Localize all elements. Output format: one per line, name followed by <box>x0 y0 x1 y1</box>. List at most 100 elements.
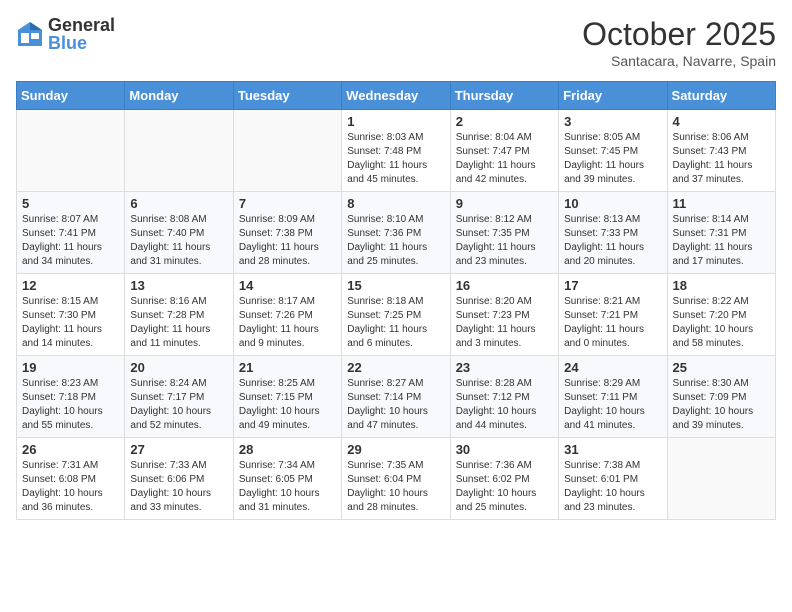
day-info: Sunrise: 8:15 AM Sunset: 7:30 PM Dayligh… <box>22 295 119 351</box>
day-info: Sunrise: 8:16 AM Sunset: 7:28 PM Dayligh… <box>130 295 227 351</box>
day-number: 13 <box>130 278 227 293</box>
page-header: General Blue October 2025 Santacara, Nav… <box>16 16 776 69</box>
day-number: 28 <box>239 442 336 457</box>
day-number: 3 <box>564 114 661 129</box>
day-info: Sunrise: 8:23 AM Sunset: 7:18 PM Dayligh… <box>22 377 119 433</box>
day-number: 20 <box>130 360 227 375</box>
day-number: 25 <box>673 360 770 375</box>
calendar-week-4: 19 Sunrise: 8:23 AM Sunset: 7:18 PM Dayli… <box>17 356 776 438</box>
calendar-cell: 7Sunrise: 8:09 AM Sunset: 7:38 PM Daylig… <box>233 192 341 274</box>
day-number: 9 <box>456 196 553 211</box>
calendar-cell: 9 Sunrise: 8:12 AM Sunset: 7:35 PM Daylig… <box>450 192 558 274</box>
day-info: Sunrise: 8:06 AM Sunset: 7:43 PM Dayligh… <box>673 131 770 187</box>
day-info: Sunrise: 7:38 AM Sunset: 6:01 PM Dayligh… <box>564 459 661 515</box>
day-number: 15 <box>347 278 444 293</box>
calendar-cell: 25 Sunrise: 8:30 AM Sunset: 7:09 PM Dayli… <box>667 356 775 438</box>
weekday-header-thursday: Thursday <box>450 82 558 110</box>
day-number: 12 <box>22 278 119 293</box>
day-info: Sunrise: 8:29 AM Sunset: 7:11 PM Dayligh… <box>564 377 661 433</box>
day-info: Sunrise: 8:30 AM Sunset: 7:09 PM Dayligh… <box>673 377 770 433</box>
weekday-header-row: SundayMondayTuesdayWednesdayThursdayFrid… <box>17 82 776 110</box>
day-number: 30 <box>456 442 553 457</box>
calendar-cell <box>233 110 341 192</box>
day-number: 11 <box>673 196 770 211</box>
day-info: Sunrise: 8:14 AM Sunset: 7:31 PM Dayligh… <box>673 213 770 269</box>
calendar-cell: 13 Sunrise: 8:16 AM Sunset: 7:28 PM Dayli… <box>125 274 233 356</box>
day-info: Sunrise: 8:22 AM Sunset: 7:20 PM Dayligh… <box>673 295 770 351</box>
weekday-header-friday: Friday <box>559 82 667 110</box>
calendar-cell: 8Sunrise: 8:10 AM Sunset: 7:36 PM Daylig… <box>342 192 450 274</box>
day-number: 8 <box>347 196 444 211</box>
calendar-cell: 18 Sunrise: 8:22 AM Sunset: 7:20 PM Dayli… <box>667 274 775 356</box>
calendar-cell: 22 Sunrise: 8:27 AM Sunset: 7:14 PM Dayli… <box>342 356 450 438</box>
calendar-cell <box>17 110 125 192</box>
day-info: Sunrise: 8:07 AM Sunset: 7:41 PM Dayligh… <box>22 213 119 269</box>
day-number: 26 <box>22 442 119 457</box>
calendar-cell: 31Sunrise: 7:38 AM Sunset: 6:01 PM Dayli… <box>559 438 667 520</box>
calendar-cell: 24 Sunrise: 8:29 AM Sunset: 7:11 PM Dayli… <box>559 356 667 438</box>
calendar-cell: 12 Sunrise: 8:15 AM Sunset: 7:30 PM Dayli… <box>17 274 125 356</box>
weekday-header-wednesday: Wednesday <box>342 82 450 110</box>
day-number: 10 <box>564 196 661 211</box>
calendar-cell: 3Sunrise: 8:05 AM Sunset: 7:45 PM Daylig… <box>559 110 667 192</box>
calendar-week-3: 12 Sunrise: 8:15 AM Sunset: 7:30 PM Dayli… <box>17 274 776 356</box>
calendar-cell <box>667 438 775 520</box>
calendar-cell: 19 Sunrise: 8:23 AM Sunset: 7:18 PM Dayli… <box>17 356 125 438</box>
day-number: 17 <box>564 278 661 293</box>
day-info: Sunrise: 7:31 AM Sunset: 6:08 PM Dayligh… <box>22 459 119 515</box>
location: Santacara, Navarre, Spain <box>582 53 776 69</box>
calendar-week-5: 26 Sunrise: 7:31 AM Sunset: 6:08 PM Dayli… <box>17 438 776 520</box>
day-number: 1 <box>347 114 444 129</box>
day-info: Sunrise: 8:12 AM Sunset: 7:35 PM Dayligh… <box>456 213 553 269</box>
day-info: Sunrise: 8:24 AM Sunset: 7:17 PM Dayligh… <box>130 377 227 433</box>
calendar-week-1: 1Sunrise: 8:03 AM Sunset: 7:48 PM Daylig… <box>17 110 776 192</box>
day-info: Sunrise: 8:08 AM Sunset: 7:40 PM Dayligh… <box>130 213 227 269</box>
calendar-cell: 29 Sunrise: 7:35 AM Sunset: 6:04 PM Dayli… <box>342 438 450 520</box>
day-number: 29 <box>347 442 444 457</box>
calendar-week-2: 5Sunrise: 8:07 AM Sunset: 7:41 PM Daylig… <box>17 192 776 274</box>
day-number: 22 <box>347 360 444 375</box>
logo-blue-text: Blue <box>48 34 115 52</box>
day-number: 18 <box>673 278 770 293</box>
weekday-header-saturday: Saturday <box>667 82 775 110</box>
day-info: Sunrise: 8:09 AM Sunset: 7:38 PM Dayligh… <box>239 213 336 269</box>
calendar-cell: 20 Sunrise: 8:24 AM Sunset: 7:17 PM Dayli… <box>125 356 233 438</box>
logo-text: General Blue <box>48 16 115 52</box>
month-title: October 2025 <box>582 16 776 53</box>
day-info: Sunrise: 8:27 AM Sunset: 7:14 PM Dayligh… <box>347 377 444 433</box>
day-info: Sunrise: 8:21 AM Sunset: 7:21 PM Dayligh… <box>564 295 661 351</box>
calendar-cell: 23 Sunrise: 8:28 AM Sunset: 7:12 PM Dayli… <box>450 356 558 438</box>
day-info: Sunrise: 8:20 AM Sunset: 7:23 PM Dayligh… <box>456 295 553 351</box>
day-number: 4 <box>673 114 770 129</box>
day-info: Sunrise: 8:17 AM Sunset: 7:26 PM Dayligh… <box>239 295 336 351</box>
calendar-cell: 30Sunrise: 7:36 AM Sunset: 6:02 PM Dayli… <box>450 438 558 520</box>
day-info: Sunrise: 7:33 AM Sunset: 6:06 PM Dayligh… <box>130 459 227 515</box>
calendar-cell: 6 Sunrise: 8:08 AM Sunset: 7:40 PM Daylig… <box>125 192 233 274</box>
calendar-cell: 21 Sunrise: 8:25 AM Sunset: 7:15 PM Dayli… <box>233 356 341 438</box>
day-info: Sunrise: 8:25 AM Sunset: 7:15 PM Dayligh… <box>239 377 336 433</box>
calendar-cell: 28Sunrise: 7:34 AM Sunset: 6:05 PM Dayli… <box>233 438 341 520</box>
day-number: 6 <box>130 196 227 211</box>
weekday-header-sunday: Sunday <box>17 82 125 110</box>
day-number: 21 <box>239 360 336 375</box>
day-info: Sunrise: 7:35 AM Sunset: 6:04 PM Dayligh… <box>347 459 444 515</box>
calendar-cell: 17 Sunrise: 8:21 AM Sunset: 7:21 PM Dayli… <box>559 274 667 356</box>
day-number: 23 <box>456 360 553 375</box>
calendar-cell: 1Sunrise: 8:03 AM Sunset: 7:48 PM Daylig… <box>342 110 450 192</box>
day-number: 27 <box>130 442 227 457</box>
calendar-cell: 5Sunrise: 8:07 AM Sunset: 7:41 PM Daylig… <box>17 192 125 274</box>
calendar-cell: 2Sunrise: 8:04 AM Sunset: 7:47 PM Daylig… <box>450 110 558 192</box>
day-number: 16 <box>456 278 553 293</box>
day-info: Sunrise: 8:28 AM Sunset: 7:12 PM Dayligh… <box>456 377 553 433</box>
day-info: Sunrise: 8:18 AM Sunset: 7:25 PM Dayligh… <box>347 295 444 351</box>
calendar-cell: 26 Sunrise: 7:31 AM Sunset: 6:08 PM Dayli… <box>17 438 125 520</box>
calendar-cell: 11 Sunrise: 8:14 AM Sunset: 7:31 PM Dayli… <box>667 192 775 274</box>
day-number: 24 <box>564 360 661 375</box>
logo-icon <box>16 20 44 48</box>
calendar-cell: 16 Sunrise: 8:20 AM Sunset: 7:23 PM Dayli… <box>450 274 558 356</box>
day-number: 2 <box>456 114 553 129</box>
calendar-table: SundayMondayTuesdayWednesdayThursdayFrid… <box>16 81 776 520</box>
calendar-cell: 27 Sunrise: 7:33 AM Sunset: 6:06 PM Dayli… <box>125 438 233 520</box>
day-number: 19 <box>22 360 119 375</box>
day-info: Sunrise: 8:13 AM Sunset: 7:33 PM Dayligh… <box>564 213 661 269</box>
